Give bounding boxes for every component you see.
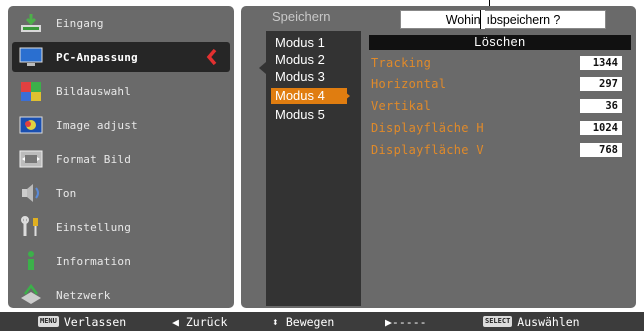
- sidebar-menu: Eingang PC-Anpassung Bildauswahl Image a…: [8, 6, 234, 308]
- image-adjust-icon: [18, 113, 44, 137]
- param-value-display-h: 1024: [580, 121, 622, 135]
- callout-line-marker: [480, 10, 486, 29]
- param-label-tracking: Tracking: [371, 56, 432, 70]
- sidebar-item-label: PC-Anpassung: [56, 50, 138, 64]
- mode-list: Modus 1 Modus 2 Modus 3 Modus 4 Modus 5: [259, 31, 361, 306]
- sidebar-item-image-adjust[interactable]: Image adjust: [12, 110, 230, 140]
- chevron-left-icon: [206, 48, 218, 70]
- monitor-icon: [18, 45, 44, 69]
- callout-text-end: ıbspeichern ?: [486, 12, 561, 27]
- sidebar-item-format-bild[interactable]: Format Bild: [12, 144, 230, 174]
- footer-select-label: Auswählen: [517, 314, 580, 329]
- footer-bar: MENU Verlassen ◀ Zurück ⬍ Bewegen ▶-----…: [0, 312, 644, 331]
- pointer-triangle-icon: [259, 62, 266, 74]
- param-label-vertikal: Vertikal: [371, 99, 432, 113]
- select-key-icon: SELECT: [483, 316, 513, 327]
- sidebar-item-label: Format Bild: [56, 152, 132, 166]
- mode-item-1[interactable]: Modus 1: [271, 35, 329, 51]
- footer-exit-label: Verlassen: [63, 314, 127, 329]
- callout-label: Wohin ıbspeichern ?: [400, 10, 606, 29]
- footer-move: ⬍ Bewegen: [272, 314, 335, 329]
- info-icon: [18, 249, 44, 273]
- sidebar-item-label: Netzwerk: [56, 288, 111, 302]
- main-panel: Speichern Modus 1 Modus 2 Modus 3 Modus …: [241, 6, 636, 308]
- input-icon: [18, 11, 44, 35]
- footer-back[interactable]: ◀ Zurück: [172, 313, 227, 330]
- param-label-horizontal: Horizontal: [371, 77, 447, 91]
- footer-exit[interactable]: MENU Verlassen: [38, 313, 126, 330]
- param-value-display-v: 768: [580, 143, 622, 157]
- page-title: Speichern: [272, 9, 331, 24]
- sidebar-item-netzwerk[interactable]: Netzwerk: [12, 280, 230, 310]
- menu-key-icon: MENU: [38, 316, 59, 327]
- sidebar-item-bildauswahl[interactable]: Bildauswahl: [12, 76, 230, 106]
- param-label-display-v: Displayfläche V: [371, 143, 484, 157]
- param-label-display-h: Displayfläche H: [371, 121, 484, 135]
- delete-button[interactable]: Löschen: [369, 35, 631, 50]
- sidebar-item-information[interactable]: Information: [12, 246, 230, 276]
- footer-next: ▶-----: [385, 314, 427, 329]
- screen-format-icon: [18, 147, 44, 171]
- tools-icon: [18, 215, 44, 239]
- mode-item-4[interactable]: Modus 4: [271, 88, 347, 104]
- sidebar-item-label: Image adjust: [56, 118, 138, 132]
- footer-select[interactable]: SELECT Auswählen: [483, 313, 580, 330]
- sidebar-item-label: Ton: [56, 186, 77, 200]
- speaker-icon: [18, 181, 44, 205]
- param-value-tracking: 1344: [580, 56, 622, 70]
- network-icon: [18, 283, 44, 307]
- sidebar-item-eingang[interactable]: Eingang: [12, 8, 230, 38]
- sidebar-item-label: Information: [56, 254, 132, 268]
- param-value-vertikal: 36: [580, 99, 622, 113]
- arrow-right-icon: [344, 91, 350, 101]
- sidebar-item-ton[interactable]: Ton: [12, 178, 230, 208]
- mode-item-2[interactable]: Modus 2: [271, 52, 329, 68]
- mode-item-5[interactable]: Modus 5: [271, 107, 329, 123]
- sidebar-item-pc-anpassung[interactable]: PC-Anpassung: [12, 42, 230, 72]
- callout-text-start: Wohin: [445, 12, 481, 27]
- sidebar-item-label: Einstellung: [56, 220, 132, 234]
- sidebar-item-label: Bildauswahl: [56, 84, 132, 98]
- sidebar-item-einstellung[interactable]: Einstellung: [12, 212, 230, 242]
- image-select-icon: [18, 79, 44, 103]
- mode-item-3[interactable]: Modus 3: [271, 69, 329, 85]
- sidebar-item-label: Eingang: [56, 16, 104, 30]
- param-value-horizontal: 297: [580, 77, 622, 91]
